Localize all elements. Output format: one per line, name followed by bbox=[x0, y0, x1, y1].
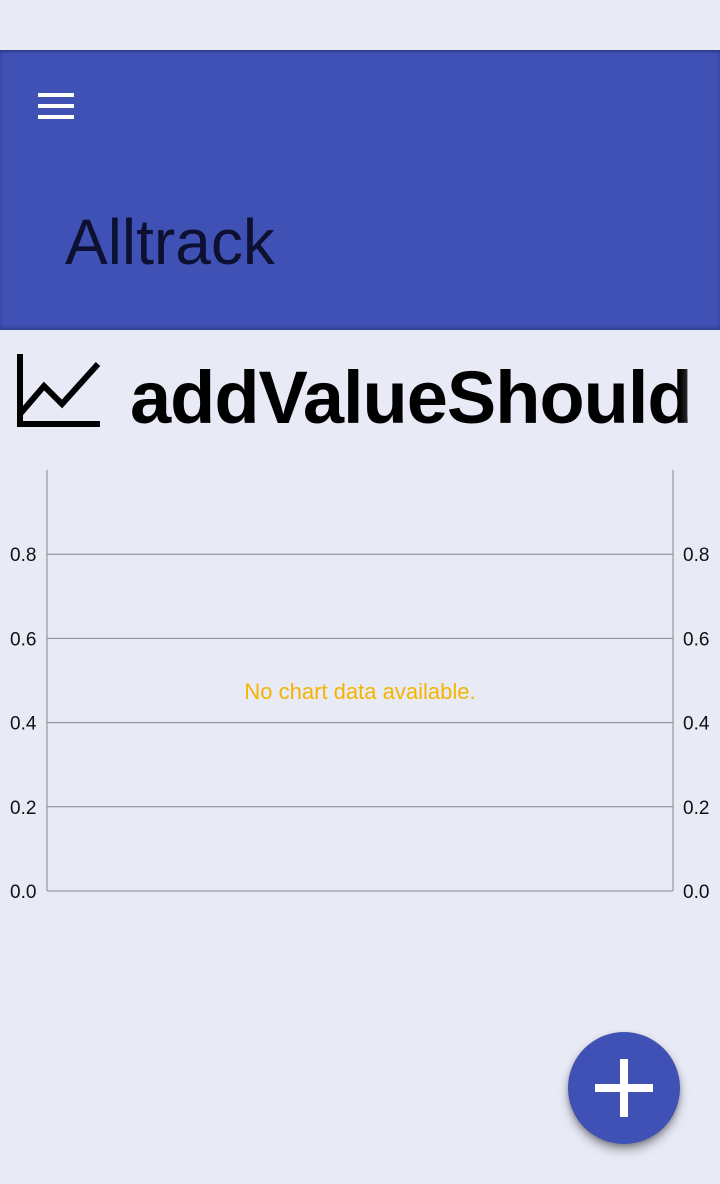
app-title: Alltrack bbox=[65, 206, 275, 278]
metric-header: addValueShould bbox=[0, 340, 720, 450]
y-tick-label-left: 0.4 bbox=[10, 714, 37, 735]
y-tick-label-left: 0.8 bbox=[10, 545, 36, 566]
y-tick-label-left: 0.2 bbox=[10, 798, 36, 819]
metric-title: addValueShould bbox=[130, 356, 693, 439]
app-bar bbox=[0, 50, 720, 330]
y-tick-label-right: 0.0 bbox=[683, 882, 709, 903]
plus-icon bbox=[595, 1059, 653, 1117]
y-tick-label-left: 0.0 bbox=[10, 882, 36, 903]
y-tick-label-left: 0.6 bbox=[10, 629, 36, 650]
y-tick-label-right: 0.6 bbox=[683, 629, 709, 650]
app-bar-shadow bbox=[0, 50, 720, 54]
hamburger-menu-icon bbox=[38, 93, 74, 119]
no-data-message: No chart data available. bbox=[244, 679, 475, 704]
title-fade bbox=[680, 340, 720, 450]
chart: 0.0 0.2 0.4 0.6 0.8 0.0 0.2 0.4 0.6 0.8 No chart d… bbox=[10, 470, 710, 903]
line-chart-icon bbox=[17, 354, 101, 427]
y-tick-label-right: 0.8 bbox=[683, 545, 709, 566]
add-value-button[interactable] bbox=[568, 1032, 680, 1144]
status-bar bbox=[0, 0, 720, 50]
y-tick-label-right: 0.4 bbox=[683, 714, 710, 735]
y-tick-label-right: 0.2 bbox=[683, 798, 709, 819]
menu-button[interactable] bbox=[22, 72, 90, 140]
